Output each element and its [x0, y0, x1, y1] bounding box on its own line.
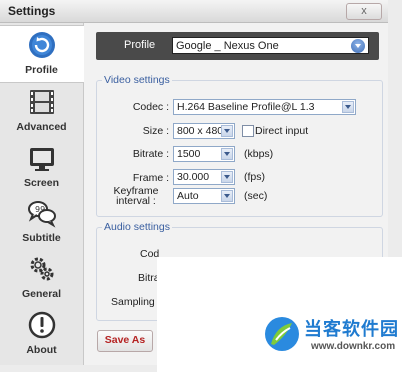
profile-label: Profile	[124, 39, 156, 51]
size-select[interactable]: 800 x 480	[173, 123, 235, 139]
keyframe-select[interactable]: Auto	[173, 188, 235, 204]
window-title: Settings	[8, 4, 56, 18]
sidebar-item-label: Profile	[25, 64, 58, 76]
watermark-url: www.downkr.com	[311, 341, 396, 352]
sidebar-item-subtitle[interactable]: 99 Subtitle	[0, 194, 83, 250]
film-icon	[30, 90, 54, 114]
frame-label: Frame :	[132, 172, 169, 184]
watermark-chinese: 当客软件园	[304, 319, 399, 340]
sidebar-item-label: General	[21, 288, 62, 300]
audio-settings-title: Audio settings	[102, 221, 172, 233]
sidebar: Profile Advanced Screen 99 Subtitle Gene…	[0, 23, 84, 365]
keyframe-label-line2: interval :	[116, 195, 156, 207]
sidebar-item-label: About	[26, 344, 57, 356]
sidebar-item-profile[interactable]: Profile	[0, 25, 84, 83]
keyframe-unit: (sec)	[244, 190, 268, 202]
gears-icon	[30, 257, 54, 281]
size-value: 800 x 480	[177, 125, 224, 137]
size-label: Size :	[142, 125, 169, 137]
video-codec-select[interactable]: H.264 Baseline Profile@L 1.3	[173, 99, 356, 115]
frame-unit: (fps)	[244, 171, 265, 183]
sidebar-item-advanced[interactable]: Advanced	[0, 83, 83, 139]
dropdown-arrow-icon[interactable]	[351, 39, 365, 53]
save-as-button[interactable]: Save As	[97, 330, 153, 352]
sidebar-item-screen[interactable]: Screen	[0, 139, 83, 195]
site-logo-icon	[265, 317, 299, 351]
chevron-down-icon[interactable]	[342, 101, 354, 113]
codec-label: Codec :	[132, 101, 169, 113]
monitor-icon	[30, 148, 54, 171]
info-icon	[28, 311, 56, 339]
sidebar-item-label: Subtitle	[22, 232, 61, 244]
profile-value: Google _ Nexus One	[176, 40, 279, 52]
svg-text:99: 99	[35, 205, 45, 214]
close-button[interactable]: x	[346, 3, 382, 20]
video-settings-title: Video settings	[102, 74, 172, 86]
bitrate-unit: (kbps)	[244, 148, 274, 160]
chevron-down-icon[interactable]	[221, 148, 233, 160]
chevron-down-icon[interactable]	[221, 190, 233, 202]
video-bitrate-value: 1500	[177, 148, 201, 160]
frame-value: 30.000	[177, 171, 210, 183]
video-codec-value: H.264 Baseline Profile@L 1.3	[177, 101, 315, 113]
keyframe-value: Auto	[177, 190, 199, 202]
sidebar-item-general[interactable]: General	[0, 250, 83, 306]
sidebar-item-about[interactable]: About	[0, 306, 83, 362]
profile-select[interactable]: Google _ Nexus One	[172, 37, 369, 54]
chevron-down-icon[interactable]	[221, 125, 233, 137]
video-settings-group: Video settings Codec : H.264 Baseline Pr…	[96, 74, 383, 217]
sidebar-item-label: Advanced	[16, 121, 67, 133]
direct-input-checkbox[interactable]	[242, 125, 254, 137]
profile-bar: Profile Google _ Nexus One	[96, 32, 379, 60]
keyframe-label: Keyframe interval :	[97, 186, 169, 207]
frame-select[interactable]: 30.000	[173, 169, 235, 185]
video-bitrate-select[interactable]: 1500	[173, 146, 235, 162]
chevron-down-icon[interactable]	[221, 171, 233, 183]
speech-bubbles-icon: 99	[28, 201, 56, 228]
profile-icon	[29, 32, 55, 58]
title-bar: Settings x	[0, 0, 388, 23]
direct-input-label: Direct input	[255, 125, 309, 137]
bitrate-label: Bitrate :	[132, 148, 169, 160]
sidebar-item-label: Screen	[23, 177, 60, 189]
